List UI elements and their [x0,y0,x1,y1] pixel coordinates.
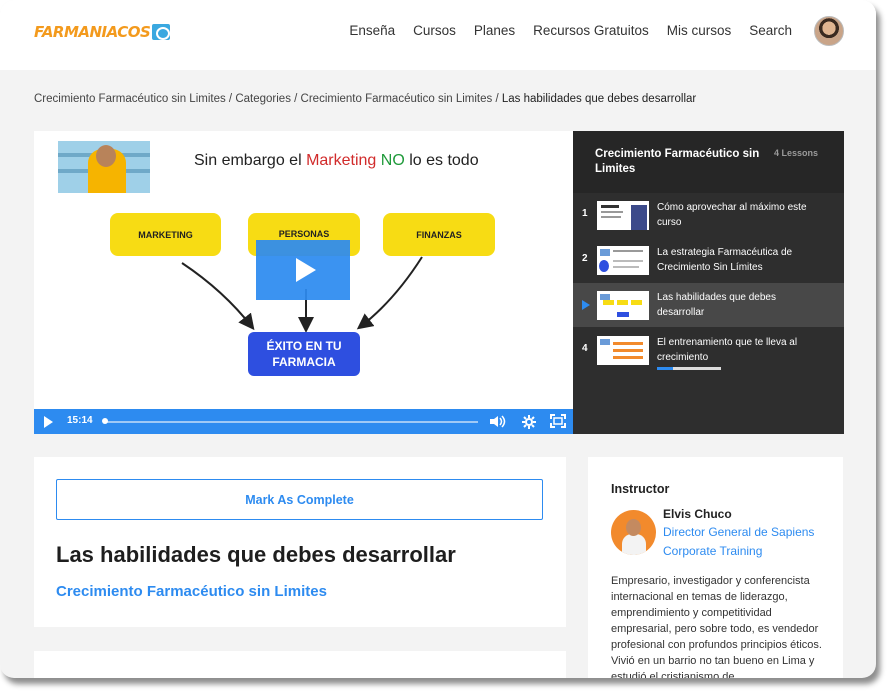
video-controls: 15:14 [34,409,573,434]
instructor-card: Instructor Elvis Chuco Director General … [588,457,843,678]
mark-as-complete-button[interactable]: Mark As Complete [56,479,543,520]
lesson-progress-bar [657,367,721,370]
breadcrumb-separator: / [225,93,236,105]
playlist-item-3-current[interactable]: Las habilidades que debes desarrollar [573,283,844,327]
instructor-name: Elvis Chuco [663,507,732,521]
progress-handle[interactable] [102,418,108,424]
fullscreen-icon[interactable] [550,414,566,428]
lesson-heading: Las habilidades que debes desarrollar [56,542,456,567]
lesson-number: 2 [582,253,588,264]
breadcrumb: Crecimiento Farmacéutico sin Limites / C… [34,93,696,105]
user-avatar[interactable] [814,16,844,46]
current-lesson-icon [582,300,590,310]
lesson-title: Cómo aprovechar al máximo este curso [657,202,807,228]
instructor-role[interactable]: Director General de Sapiens Corporate Tr… [663,523,833,561]
logo-icon [152,24,171,40]
lesson-title: La estrategia Farmacéutica de Crecimient… [657,247,793,273]
slide-result-line-1: ÉXITO EN TU [266,339,342,353]
nav-recursos-gratuitos[interactable]: Recursos Gratuitos [533,23,649,38]
lesson-thumbnail [597,291,649,320]
nav-search[interactable]: Search [749,23,792,38]
lesson-title: Las habilidades que debes desarrollar [657,292,776,318]
lesson-thumbnail [597,336,649,365]
progress-track[interactable] [104,421,478,423]
breadcrumb-course[interactable]: Crecimiento Farmacéutico sin Limites [34,93,226,105]
settings-gear-icon[interactable] [522,415,536,429]
slide-result-box: ÉXITO EN TU FARMACIA [248,332,360,376]
nav-ensena[interactable]: Enseña [349,23,395,38]
playlist-title[interactable]: Crecimiento Farmacéutico sin Limites [595,147,765,177]
site-header: FARMANIACOS Enseña Cursos Planes Recurso… [0,0,876,70]
lesson-title: El entrenamiento que te lleva al crecimi… [657,337,798,363]
instructor-bio: Empresario, investigador y conferencista… [611,575,822,678]
instructor-avatar [611,510,656,555]
slide-result-line-2: FARMACIA [272,355,336,369]
breadcrumb-categories[interactable]: Categories [235,93,291,105]
video-time: 15:14 [67,415,93,426]
site-logo[interactable]: FARMANIACOS [34,22,171,42]
playlist-item-2[interactable]: 2 La estrategia Farmacéutica de Crecimie… [573,238,844,282]
logo-text: FARMANIACOS [34,23,151,41]
playlist-item-4[interactable]: 4 El entrenamiento que te lleva al creci… [573,328,844,372]
nav-planes[interactable]: Planes [474,23,515,38]
volume-icon[interactable] [489,415,507,428]
course-link[interactable]: Crecimiento Farmacéutico sin Limites [56,583,327,600]
nav-cursos[interactable]: Cursos [413,23,456,38]
breadcrumb-current: Las habilidades que debes desarrollar [501,93,697,105]
breadcrumb-course-2[interactable]: Crecimiento Farmacéutico sin Limites [301,93,493,105]
lesson-number: 1 [582,208,588,219]
playlist-header: Crecimiento Farmacéutico sin Limites 4 L… [573,131,844,193]
lesson-thumbnail [597,246,649,275]
nav-mis-cursos[interactable]: Mis cursos [667,23,732,38]
playlist-item-1[interactable]: 1 Cómo aprovechar al máximo este curso [573,193,844,237]
browser-frame: FARMANIACOS Enseña Cursos Planes Recurso… [0,0,876,678]
main-nav: Enseña Cursos Planes Recursos Gratuitos … [349,23,792,38]
play-icon[interactable] [256,240,350,300]
lesson-number: 4 [582,343,588,354]
lesson-content-card [34,651,566,678]
lesson-playlist: Crecimiento Farmacéutico sin Limites 4 L… [573,131,844,434]
breadcrumb-separator: / [290,93,301,105]
lesson-card: Mark As Complete Las habilidades que deb… [34,457,566,627]
lesson-count: 4 Lessons [774,148,819,158]
control-play-icon[interactable] [44,416,53,428]
lesson-thumbnail [597,201,649,230]
video-player[interactable]: Sin embargo el Marketing NO lo es todo M… [34,131,573,434]
instructor-heading: Instructor [611,482,670,496]
breadcrumb-separator: / [492,93,502,105]
lesson-progress-fill [657,367,673,370]
